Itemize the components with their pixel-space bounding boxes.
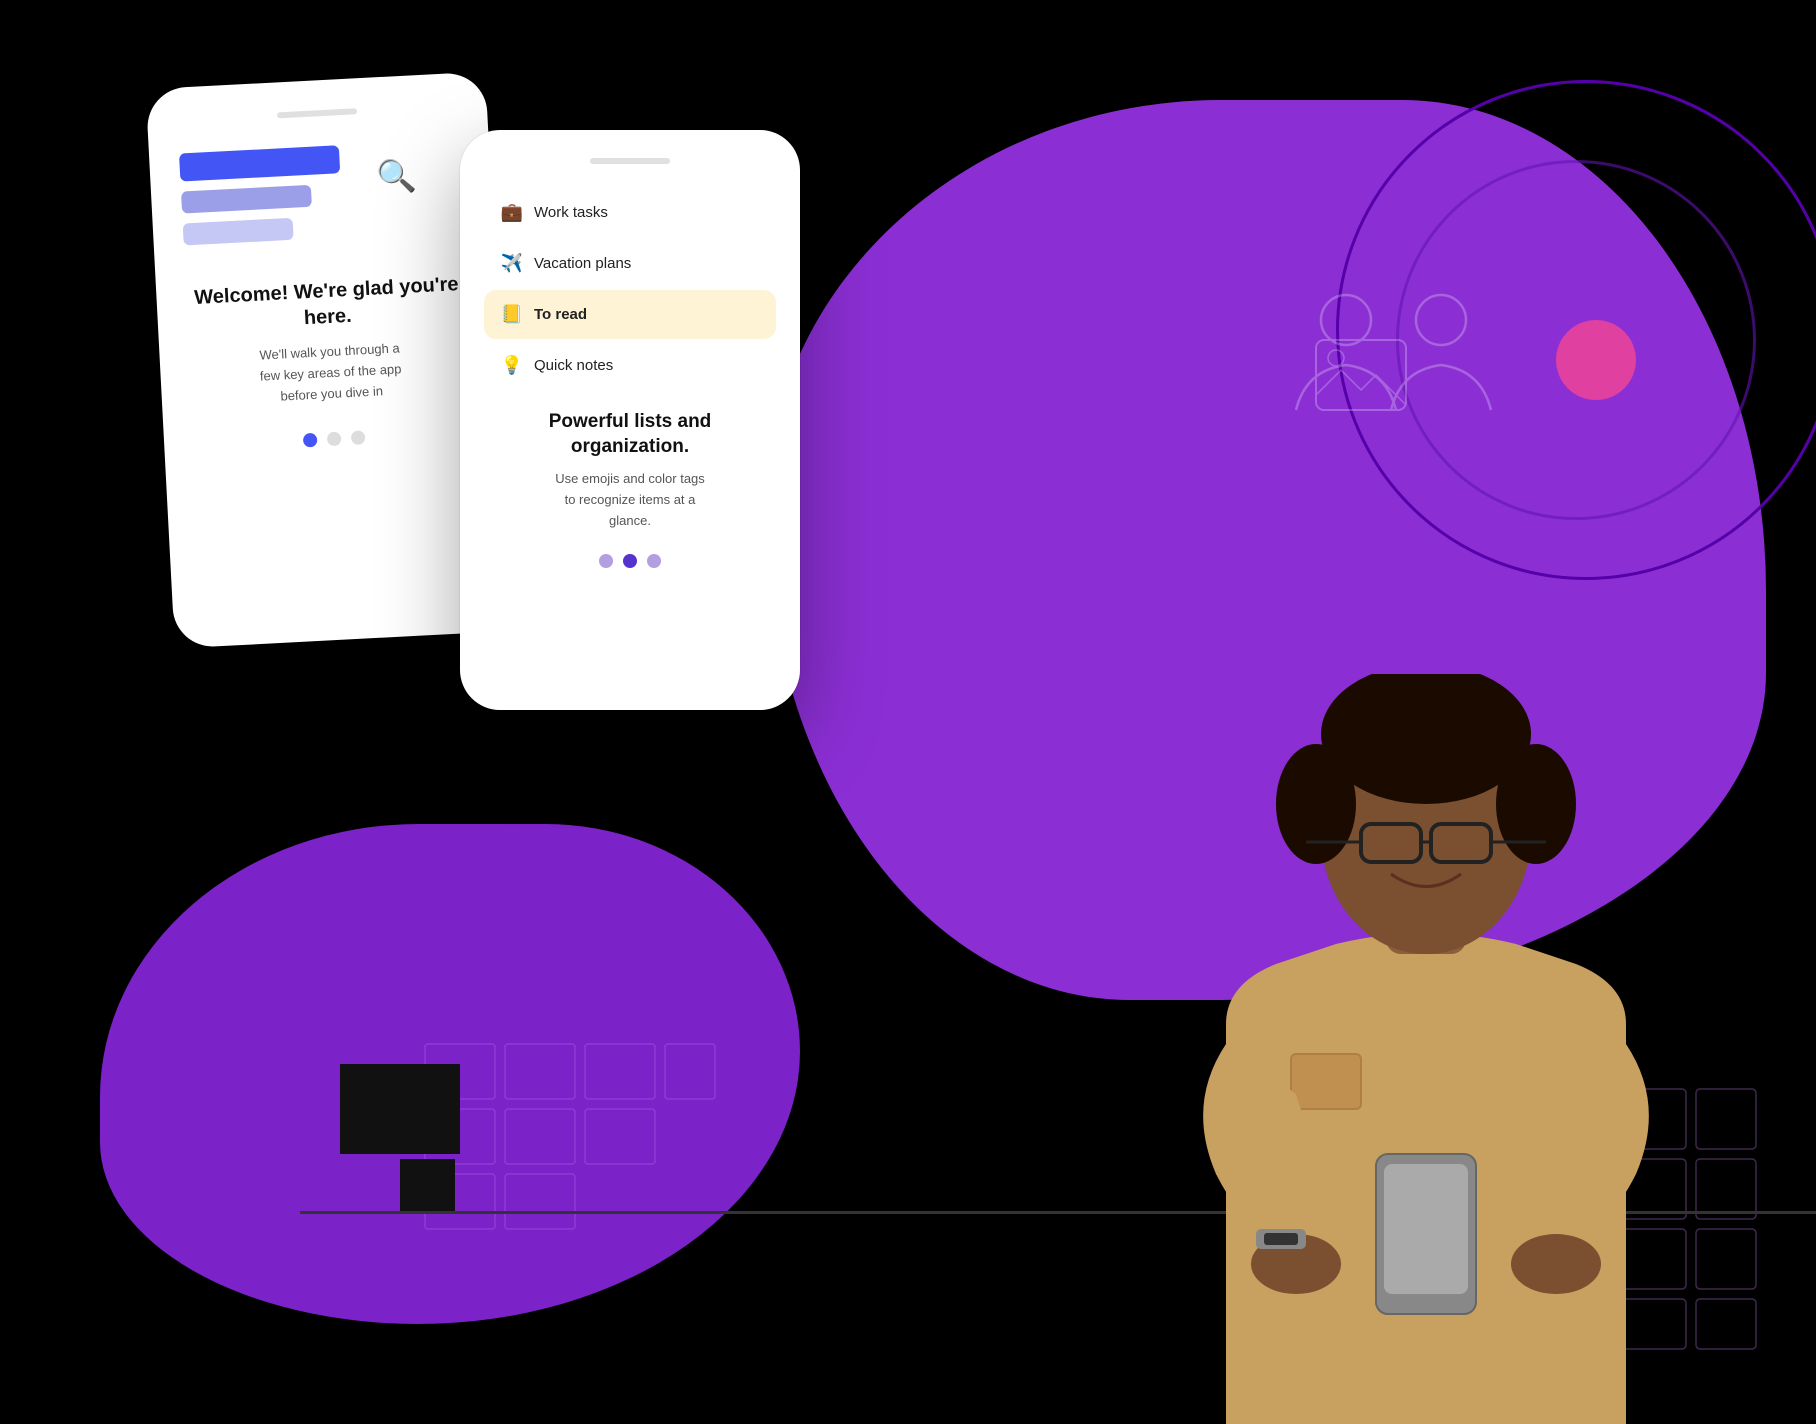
promo-text-block: Powerful lists andorganization. Use emoj… bbox=[539, 410, 722, 532]
vacation-label: Vacation plans bbox=[534, 255, 631, 272]
dot-r3 bbox=[647, 554, 661, 568]
promo-subtitle: Use emojis and color tagsto recognize it… bbox=[549, 469, 712, 531]
pagination-dots-right bbox=[599, 554, 661, 568]
quick-notes-emoji: 💡 bbox=[500, 355, 524, 376]
search-bar-light bbox=[183, 218, 294, 246]
blob-icon-decoration bbox=[1286, 280, 1506, 445]
phone-notch-left bbox=[277, 108, 357, 118]
vacation-emoji: ✈️ bbox=[500, 253, 524, 274]
welcome-text-block: Welcome! We're glad you're here. We'll w… bbox=[186, 271, 472, 412]
welcome-subtitle: We'll walk you through afew key areas of… bbox=[189, 335, 472, 412]
list-item-quick-notes: 💡 Quick notes bbox=[484, 341, 776, 390]
list-item-work-tasks: 💼 Work tasks bbox=[484, 188, 776, 237]
search-bar-purple bbox=[181, 185, 312, 214]
black-rect-accent-2 bbox=[400, 1159, 455, 1214]
pagination-dots-left bbox=[303, 431, 366, 448]
promo-title: Powerful lists andorganization. bbox=[549, 410, 712, 459]
dot-r1 bbox=[599, 554, 613, 568]
dot-2 bbox=[327, 432, 342, 447]
phone-lists: 💼 Work tasks ✈️ Vacation plans 📒 To read… bbox=[460, 130, 800, 710]
work-tasks-label: Work tasks bbox=[534, 204, 608, 221]
dot-1-active bbox=[303, 433, 318, 448]
person-photo bbox=[1136, 674, 1716, 1424]
to-read-emoji: 📒 bbox=[500, 304, 524, 325]
phone-notch-right bbox=[590, 158, 670, 164]
list-item-vacation: ✈️ Vacation plans bbox=[484, 239, 776, 288]
scene: 🔍 Welcome! We're glad you're here. We'll… bbox=[0, 0, 1816, 1424]
dot-3 bbox=[351, 431, 366, 446]
work-tasks-emoji: 💼 bbox=[500, 202, 524, 223]
search-bar-blue bbox=[179, 145, 340, 181]
dot-r2-active bbox=[623, 554, 637, 568]
black-rect-accent-1 bbox=[340, 1064, 460, 1154]
list-item-to-read: 📒 To read bbox=[484, 290, 776, 339]
to-read-label: To read bbox=[534, 306, 587, 323]
list-items-container: 💼 Work tasks ✈️ Vacation plans 📒 To read… bbox=[484, 188, 776, 390]
welcome-title: Welcome! We're glad you're here. bbox=[186, 271, 468, 338]
search-illustration: 🔍 bbox=[179, 139, 463, 246]
quick-notes-label: Quick notes bbox=[534, 357, 613, 374]
pink-accent-circle bbox=[1556, 320, 1636, 400]
search-icon: 🔍 bbox=[371, 151, 421, 201]
